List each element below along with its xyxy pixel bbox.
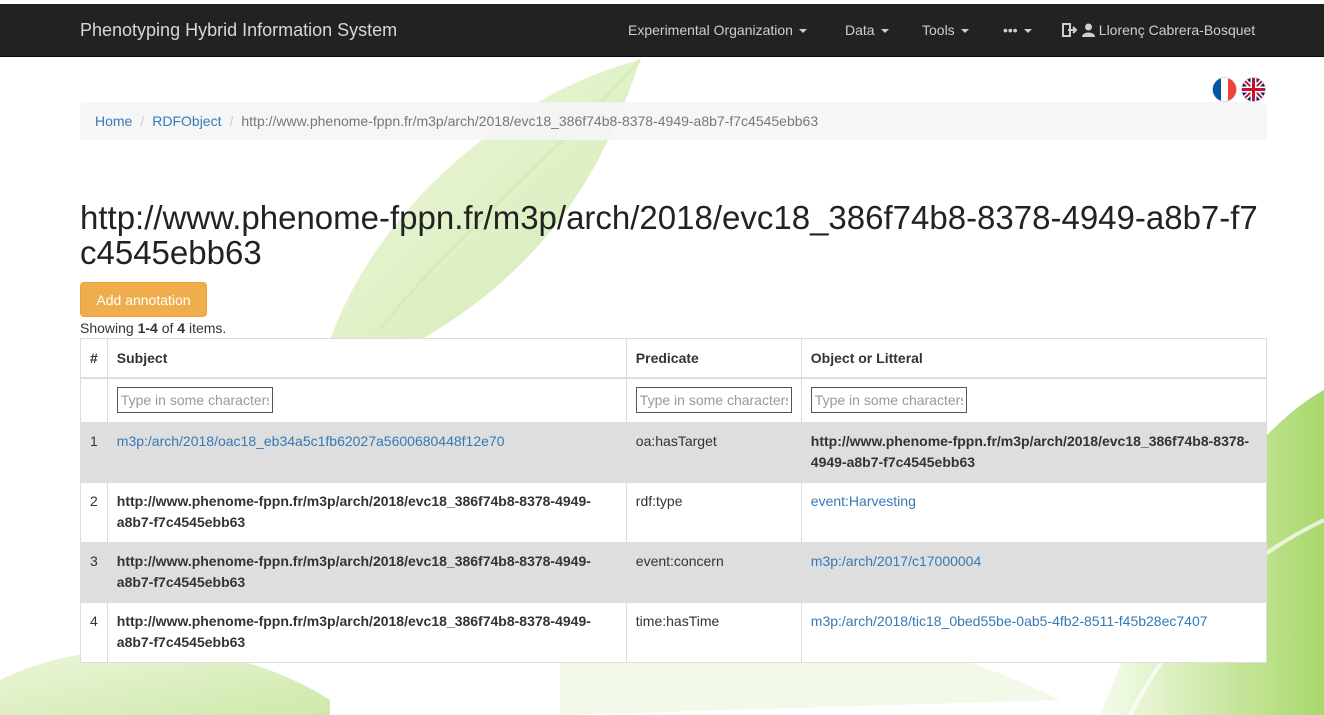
header-num: # [80,338,108,379]
object-link[interactable]: event:Harvesting [811,493,916,509]
row-subject: http://www.phenome-fppn.fr/m3p/arch/2018… [106,542,627,603]
subject-link[interactable]: m3p:/arch/2018/oac18_eb34a5c1fb62027a560… [117,433,505,449]
summary-total: 4 [177,320,186,336]
row-num: 3 [80,542,108,603]
header-predicate[interactable]: Predicate [625,338,802,379]
page-title: http://www.phenome-fppn.fr/m3p/arch/2018… [80,199,1258,271]
breadcrumb-separator: / [140,113,145,129]
nav-data[interactable]: Data [845,22,889,38]
row-predicate: rdf:type [625,482,802,543]
row-predicate: oa:hasTarget [625,422,802,483]
summary-prefix: Showing [80,320,138,336]
row-subject: http://www.phenome-fppn.fr/m3p/arch/2018… [106,482,627,543]
summary-range: 1-4 [137,320,158,336]
uk-flag-icon[interactable] [1241,77,1266,102]
filter-cell-object [800,377,1268,423]
nav-user-logout[interactable]: Llorenç Cabrera-Bosquet [1062,22,1255,38]
row-num: 1 [80,422,108,483]
filter-cell-predicate [625,377,802,423]
summary-of: of [157,320,178,336]
results-summary: Showing 1-4 of 4 items. [80,320,226,336]
table-row: 2 http://www.phenome-fppn.fr/m3p/arch/20… [80,482,1268,543]
row-object: http://www.phenome-fppn.fr/m3p/arch/2018… [800,422,1268,483]
object-link[interactable]: m3p:/arch/2017/c17000004 [811,553,981,569]
row-subject: http://www.phenome-fppn.fr/m3p/arch/2018… [106,602,627,663]
breadcrumb-separator: / [229,113,234,129]
row-object: event:Harvesting [800,482,1268,543]
add-annotation-button[interactable]: Add annotation [80,282,207,317]
table-header-row: # Subject Predicate Object or Litteral [80,338,1268,379]
table-row: 4 http://www.phenome-fppn.fr/m3p/arch/20… [80,602,1268,663]
breadcrumb-current: http://www.phenome-fppn.fr/m3p/arch/2018… [241,113,819,129]
nav-experimental-organization[interactable]: Experimental Organization [628,22,807,38]
breadcrumb-home[interactable]: Home [95,113,132,129]
nav-more[interactable]: ••• [1003,22,1032,38]
row-object: m3p:/arch/2018/tic18_0bed55be-0ab5-4fb2-… [800,602,1268,663]
row-predicate: time:hasTime [625,602,802,663]
filter-cell-subject [106,377,627,423]
breadcrumb-rdfobject[interactable]: RDFObject [152,113,221,129]
object-link[interactable]: m3p:/arch/2018/tic18_0bed55be-0ab5-4fb2-… [811,613,1208,629]
user-icon [1081,23,1095,37]
french-flag-icon[interactable] [1212,77,1237,102]
header-object[interactable]: Object or Litteral [800,338,1268,379]
caret-down-icon [798,29,807,34]
header-subject[interactable]: Subject [106,338,627,379]
row-subject: m3p:/arch/2018/oac18_eb34a5c1fb62027a560… [106,422,627,483]
language-switcher [1212,77,1266,102]
nav-tools-label: Tools [922,22,955,38]
breadcrumb: Home / RDFObject / http://www.phenome-fppn.f… [80,102,1267,140]
row-predicate: event:concern [625,542,802,603]
subject-filter-input[interactable] [116,387,273,414]
nav-experimental-organization-label: Experimental Organization [628,22,793,38]
nav-data-label: Data [845,22,875,38]
summary-suffix: items. [185,320,227,336]
filter-row [80,377,1268,423]
brand-title[interactable]: Phenotyping Hybrid Information System [80,20,397,41]
nav-more-label: ••• [1003,22,1018,38]
caret-down-icon [960,29,969,34]
rdf-triples-table: # Subject Predicate Object or Litteral 1… [80,338,1268,663]
top-navbar: Phenotyping Hybrid Information System Ex… [0,4,1324,57]
predicate-filter-input[interactable] [635,387,792,414]
row-num: 2 [80,482,108,543]
caret-down-icon [1023,29,1032,34]
table-row: 1 m3p:/arch/2018/oac18_eb34a5c1fb62027a5… [80,422,1268,483]
row-num: 4 [80,602,108,663]
user-name: Llorenç Cabrera-Bosquet [1098,22,1256,38]
object-filter-input[interactable] [810,387,967,414]
nav-tools[interactable]: Tools [922,22,969,38]
row-object: m3p:/arch/2017/c17000004 [800,542,1268,603]
table-row: 3 http://www.phenome-fppn.fr/m3p/arch/20… [80,542,1268,603]
filter-cell-num [80,377,108,423]
logout-icon [1062,23,1078,37]
caret-down-icon [880,29,889,34]
